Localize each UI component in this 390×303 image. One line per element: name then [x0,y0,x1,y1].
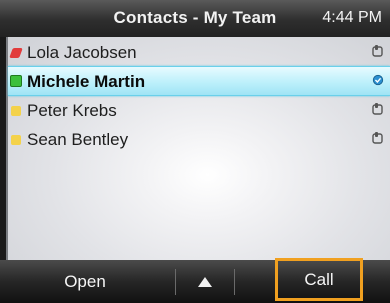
contact-name: Lola Jacobsen [27,43,137,62]
contact-name: Peter Krebs [27,101,117,120]
contact-row-michele-martin[interactable]: Michele Martin [8,66,390,96]
contact-row-sean-bentley[interactable]: Sean Bentley [8,125,390,153]
contact-list: Lola Jacobsen Michele Martin Peter Krebs [6,37,390,260]
title-bar: Contacts - My Team 4:44 PM [0,0,390,37]
softkey-bar: Open Call [0,258,390,303]
presence-away-icon [11,106,21,116]
presence-away-icon [11,135,21,145]
call-button[interactable]: Call [275,258,363,301]
available-check-icon [372,74,384,86]
contact-row-lola-jacobsen[interactable]: Lola Jacobsen [8,38,390,66]
contact-name: Michele Martin [27,72,146,91]
phone-handset-icon [372,103,383,115]
presence-busy-icon [9,48,23,58]
phone-handset-icon [372,45,383,57]
clock: 4:44 PM [322,9,382,26]
phone-screen: Contacts - My Team 4:44 PM Lola Jacobsen… [0,0,390,303]
up-arrow-icon [198,277,212,287]
presence-available-icon [10,75,22,87]
scroll-up-button[interactable] [175,269,235,295]
open-button[interactable]: Open [20,260,150,303]
contact-name: Sean Bentley [27,130,129,149]
phone-handset-icon [372,132,383,144]
contact-row-peter-krebs[interactable]: Peter Krebs [8,96,390,124]
